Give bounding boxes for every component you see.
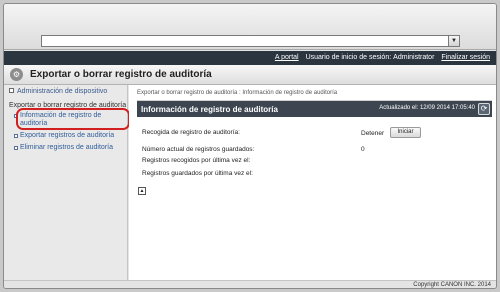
page-title: Exportar o borrar registro de auditoría [30, 69, 212, 80]
refresh-icon[interactable]: ⟳ [478, 103, 490, 115]
row-label-last-collected: Registros recogidos por última vez el: [142, 157, 251, 164]
selected-item-highlight [16, 108, 130, 130]
nav-bullet-icon [14, 134, 18, 138]
footer: Copyright CANON INC. 2014 [4, 280, 496, 288]
breadcrumb: Exportar o borrar registro de auditoría … [137, 90, 338, 96]
copyright: Copyright CANON INC. 2014 [413, 282, 491, 288]
logout-link[interactable]: Finalizar sesión [441, 54, 490, 61]
page-title-bar: ⚙ Exportar o borrar registro de auditorí… [4, 65, 496, 85]
sidebar-top-link[interactable]: Administración de dispositivo [9, 88, 107, 95]
row-label-last-saved: Registros guardados por última vez el: [142, 170, 253, 177]
address-bar[interactable]: ▼ [41, 35, 460, 47]
scroll-top-icon[interactable]: ▲ [138, 187, 146, 195]
session-label: Usuario de inicio de sesión: [305, 54, 392, 61]
nav-square-icon [9, 88, 14, 93]
main-content: Exportar o borrar registro de auditoría … [129, 85, 496, 280]
chevron-down-icon[interactable]: ▼ [448, 36, 459, 46]
user-bar: A portal Usuario de inicio de sesión: Adm… [4, 51, 496, 65]
panel-title: Información de registro de auditoría [141, 105, 278, 114]
sidebar-item-export-logs[interactable]: Exportar registros de auditoría [14, 132, 114, 140]
browser-window: ▼ A portal Usuario de inicio de sesión: A… [3, 3, 497, 289]
browser-toolbar: ▼ [4, 4, 496, 50]
nav-bullet-icon [14, 146, 18, 150]
tools-icon: ⚙ [10, 68, 23, 81]
row-value-collection: Detener [361, 130, 385, 137]
updated-timestamp: Actualizado el: 12/09 2014 17:05:40 [379, 105, 475, 111]
start-button[interactable]: Iniciar [390, 127, 421, 138]
row-value-current-count: 0 [361, 146, 365, 153]
row-label-collection: Recogida de registro de auditoría: [142, 129, 240, 136]
user-name: Administrator [393, 54, 435, 61]
sidebar-item-delete-logs[interactable]: Eliminar registros de auditoría [14, 144, 113, 152]
portal-link[interactable]: A portal [275, 54, 299, 61]
panel-header: Información de registro de auditoría Act… [137, 101, 492, 117]
row-label-current-count: Número actual de registros guardados: [142, 146, 255, 153]
